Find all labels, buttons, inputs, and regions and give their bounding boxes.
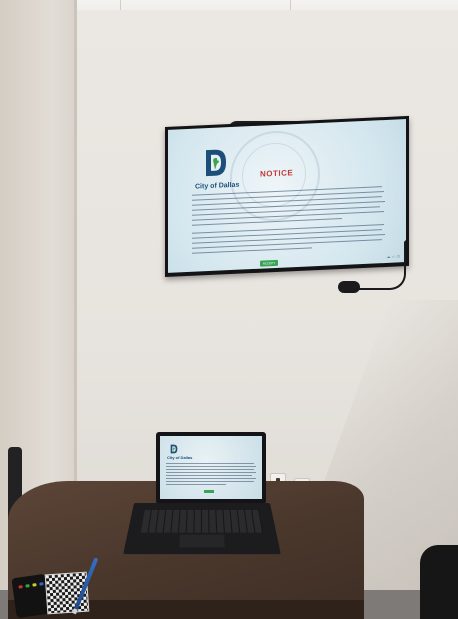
laptop-text-line (166, 484, 226, 485)
tv-accept-label: ACCEPT (262, 261, 276, 266)
laptop-text-line (166, 475, 252, 476)
tv-cable (356, 240, 406, 290)
laptop-screen: City of Dallas (160, 436, 262, 499)
chair (420, 545, 458, 619)
laptop: City of Dallas (156, 432, 266, 504)
laptop-accept-button[interactable] (204, 490, 214, 493)
remote-button (39, 582, 44, 586)
tv-notice-heading: NOTICE (260, 168, 294, 179)
laptop-touchpad (179, 534, 225, 548)
laptop-base (123, 503, 281, 555)
remote-button (18, 585, 23, 589)
laptop-text-line (166, 478, 256, 479)
tv-accept-button[interactable]: ACCEPT (260, 259, 278, 267)
laptop-text-line (166, 481, 254, 482)
laptop-text-line (166, 463, 254, 464)
remote-button (25, 584, 30, 588)
laptop-text-line (166, 466, 256, 467)
laptop-keyboard (140, 509, 264, 533)
laptop-text-line (166, 472, 256, 473)
city-of-dallas-logo-icon (206, 149, 226, 177)
remote-button (32, 583, 37, 587)
photo-scene: City of Dallas NOTICE ACCEPT ☁ ▭ ◷ City … (0, 0, 458, 619)
city-of-dallas-logo-icon (170, 444, 178, 454)
laptop-text-line (166, 469, 254, 470)
laptop-logo-text: City of Dallas (167, 455, 193, 460)
